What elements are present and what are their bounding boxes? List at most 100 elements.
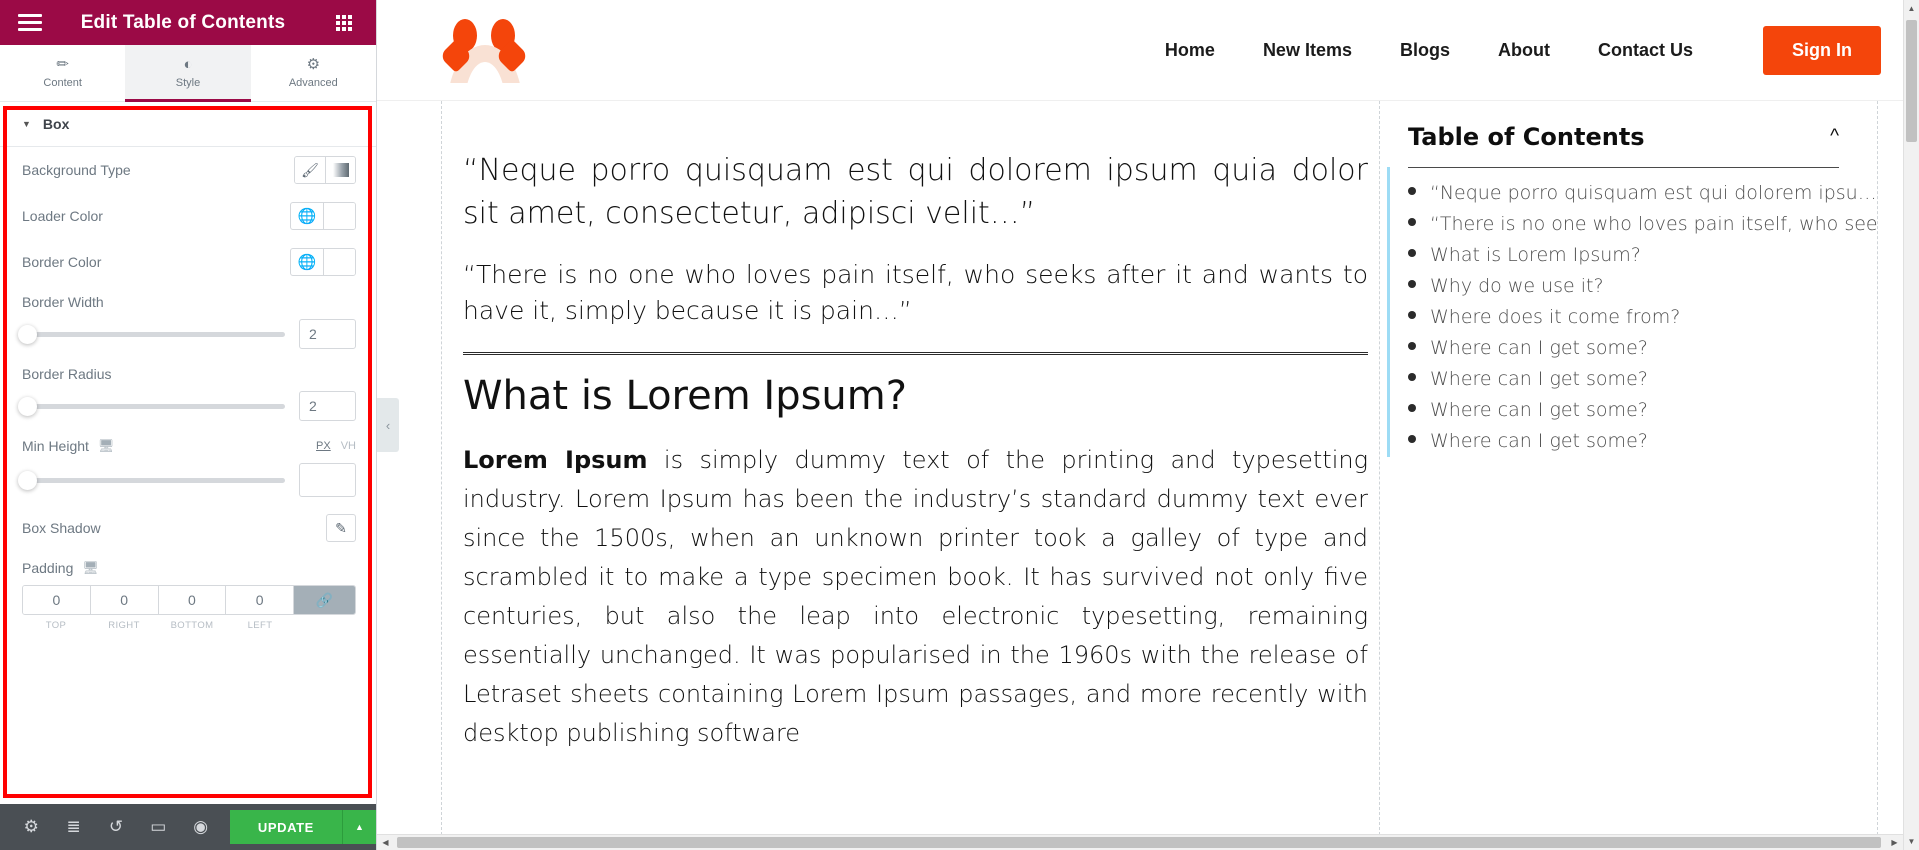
- toc-list: “Neque porro quisquam est qui dolorem ip…: [1408, 178, 1877, 457]
- chevron-up-icon[interactable]: ^: [1830, 126, 1839, 148]
- list-item[interactable]: What is Lorem Ipsum?: [1408, 240, 1877, 271]
- pencil-edit-icon[interactable]: ✎: [326, 514, 356, 542]
- control-background-type: Background Type 🖌: [22, 147, 356, 193]
- border-color-swatch[interactable]: [323, 249, 355, 275]
- site-nav: Home New Items Blogs About Contact Us Si…: [1141, 25, 1919, 75]
- article-content: “Neque porro quisquam est qui dolorem ip…: [463, 101, 1368, 850]
- panel-header: Edit Table of Contents: [0, 0, 376, 45]
- toc-header: Table of Contents ^: [1387, 101, 1877, 167]
- padding-text: Padding: [22, 560, 74, 576]
- horizontal-scrollbar-thumb[interactable]: [397, 837, 1881, 848]
- table-of-contents-widget[interactable]: Table of Contents ^ “Neque porro quisqua…: [1387, 101, 1877, 457]
- scroll-left-arrow-icon[interactable]: ◀: [377, 835, 394, 850]
- min-height-units: PX VH: [316, 440, 356, 452]
- update-options-caret-icon[interactable]: ▲: [341, 810, 376, 844]
- border-width-input[interactable]: 2: [299, 319, 356, 349]
- list-item[interactable]: Where can I get some?: [1408, 364, 1877, 395]
- background-gradient-option[interactable]: [325, 157, 355, 183]
- tab-style[interactable]: ◐ Style: [125, 45, 251, 102]
- editor-panel: Edit Table of Contents ✏ Content ◐ Style…: [0, 0, 377, 850]
- collapse-panel-handle[interactable]: ‹: [377, 398, 399, 452]
- slider-handle[interactable]: [18, 324, 37, 344]
- slider-handle[interactable]: [18, 396, 37, 416]
- scroll-down-arrow-icon[interactable]: ▼: [1904, 833, 1919, 850]
- scroll-up-arrow-icon[interactable]: ▲: [1904, 0, 1919, 17]
- panel-footer: ⚙ ≣ ↺ ▭ ◉ UPDATE ▲: [0, 804, 376, 850]
- list-item[interactable]: Where can I get some?: [1408, 395, 1877, 426]
- globe-icon[interactable]: 🌐: [291, 249, 323, 275]
- padding-left-input[interactable]: 0: [225, 586, 293, 614]
- brand-logo[interactable]: [437, 17, 537, 83]
- padding-bottom-input[interactable]: 0: [157, 586, 226, 614]
- desktop-icon[interactable]: 🖥: [82, 560, 99, 576]
- settings-gear-icon[interactable]: ⚙: [10, 804, 52, 850]
- list-item[interactable]: Where does it come from?: [1408, 302, 1877, 333]
- bullet-icon: [1408, 311, 1416, 319]
- gradient-icon: [332, 163, 349, 177]
- globe-icon[interactable]: 🌐: [291, 203, 323, 229]
- link-icon[interactable]: 🔗: [293, 586, 355, 614]
- unit-px[interactable]: PX: [316, 440, 331, 452]
- tab-content[interactable]: ✏ Content: [0, 45, 125, 101]
- divider: [463, 351, 1368, 355]
- list-item[interactable]: “There is no one who loves pain itself, …: [1408, 209, 1877, 240]
- panel-tabs: ✏ Content ◐ Style ⚙ Advanced: [0, 45, 376, 102]
- section-box-toggle[interactable]: ▼ Box: [0, 102, 376, 147]
- bullet-icon: [1408, 342, 1416, 350]
- paragraph-rest: is simply dummy text of the printing and…: [463, 445, 1368, 748]
- nav-item-home[interactable]: Home: [1141, 40, 1239, 61]
- sign-in-button[interactable]: Sign In: [1763, 25, 1881, 75]
- background-classic-option[interactable]: 🖌: [295, 157, 325, 183]
- list-item[interactable]: “Neque porro quisquam est qui dolorem ip…: [1408, 178, 1877, 209]
- border-radius-slider[interactable]: [18, 396, 285, 416]
- box-shadow-label: Box Shadow: [22, 520, 101, 536]
- column-guide: [1379, 101, 1380, 850]
- slider-handle[interactable]: [18, 470, 37, 490]
- control-loader-color: Loader Color 🌐: [22, 193, 356, 239]
- list-item[interactable]: Why do we use it?: [1408, 271, 1877, 302]
- list-item[interactable]: Where can I get some?: [1408, 426, 1877, 457]
- min-height-input[interactable]: [299, 463, 356, 497]
- scroll-right-arrow-icon[interactable]: ▶: [1886, 835, 1903, 850]
- contrast-half-circle-icon: ◐: [183, 56, 193, 73]
- nav-item-contact-us[interactable]: Contact Us: [1574, 40, 1717, 61]
- navigator-layers-icon[interactable]: ≣: [52, 804, 94, 850]
- vertical-scrollbar[interactable]: ▲ ▼: [1903, 0, 1919, 850]
- background-type-label: Background Type: [22, 162, 131, 178]
- pencil-icon: ✏: [56, 56, 69, 73]
- responsive-mode-icon[interactable]: ▭: [137, 804, 179, 850]
- pullquote-2: “There is no one who loves pain itself, …: [463, 260, 1368, 326]
- preview-eye-icon[interactable]: ◉: [180, 804, 222, 850]
- update-button[interactable]: UPDATE: [229, 810, 342, 844]
- nav-item-new-items[interactable]: New Items: [1239, 40, 1376, 61]
- toc-item-label: Where can I get some?: [1430, 368, 1648, 390]
- gear-icon: ⚙: [306, 56, 321, 73]
- toc-item-label: Where can I get some?: [1430, 430, 1648, 452]
- horizontal-scrollbar[interactable]: ◀ ▶: [377, 834, 1903, 850]
- loader-color-swatch[interactable]: [323, 203, 355, 229]
- elementor-editor: Edit Table of Contents ✏ Content ◐ Style…: [0, 0, 1919, 850]
- padding-label-spacer: [294, 620, 356, 631]
- bullet-icon: [1408, 218, 1416, 226]
- vertical-scrollbar-thumb[interactable]: [1906, 20, 1917, 142]
- nav-item-about[interactable]: About: [1474, 40, 1574, 61]
- padding-right-input[interactable]: 0: [89, 586, 158, 614]
- tab-advanced[interactable]: ⚙ Advanced: [251, 45, 376, 101]
- bullet-icon: [1408, 187, 1416, 195]
- unit-vh[interactable]: VH: [341, 440, 356, 452]
- border-width-slider[interactable]: [18, 324, 285, 344]
- padding-top-input[interactable]: 0: [23, 586, 90, 614]
- page-canvas: “Neque porro quisquam est qui dolorem ip…: [377, 101, 1919, 850]
- tab-content-label: Content: [43, 77, 82, 89]
- hamburger-icon[interactable]: [8, 14, 52, 31]
- min-height-slider-row: [18, 463, 356, 505]
- desktop-icon[interactable]: 🖥: [98, 438, 115, 454]
- loader-color-label: Loader Color: [22, 208, 103, 224]
- grid-apps-icon[interactable]: [322, 14, 366, 31]
- history-revisions-icon[interactable]: ↺: [95, 804, 137, 850]
- border-radius-input[interactable]: 2: [299, 391, 356, 421]
- update-group: UPDATE ▲: [229, 810, 376, 844]
- list-item[interactable]: Where can I get some?: [1408, 333, 1877, 364]
- nav-item-blogs[interactable]: Blogs: [1376, 40, 1474, 61]
- min-height-slider[interactable]: [18, 470, 285, 490]
